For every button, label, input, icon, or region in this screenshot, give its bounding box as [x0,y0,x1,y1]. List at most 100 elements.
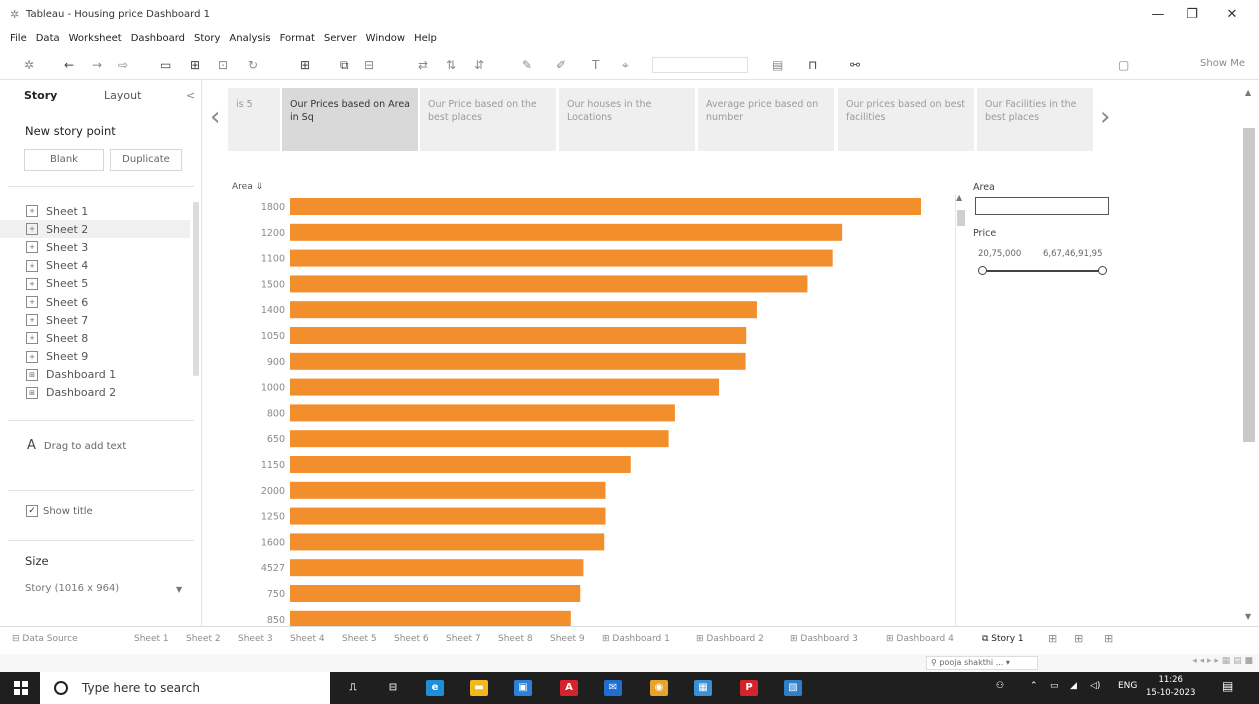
mail-icon[interactable]: ✉ [604,680,622,696]
tab-sheet[interactable]: Sheet 6 [394,634,429,644]
price-bar[interactable] [290,352,746,370]
tab-sheet[interactable]: Sheet 3 [238,634,273,644]
photos-icon[interactable]: ▧ [784,680,802,696]
menu-worksheet[interactable]: Worksheet [69,30,122,48]
price-bar[interactable] [290,198,921,215]
people-icon[interactable]: ⚇ [996,681,1004,691]
tab-sheet[interactable]: Sheet 8 [498,634,533,644]
price-bar[interactable] [290,456,631,473]
price-bar[interactable] [290,430,669,448]
sort-icon[interactable]: ⇓ [256,182,264,192]
previous-story-point-arrow[interactable]: ‹ [210,102,220,132]
scroll-down-arrow[interactable]: ▼ [1245,612,1251,621]
blank-button[interactable]: Blank [24,149,104,171]
tab-dashboard[interactable]: ⊞ Dashboard 2 [696,634,764,644]
scroll-up-arrow[interactable]: ▲ [1245,88,1251,97]
edge-browser-icon[interactable]: e [426,680,444,696]
collapse-pane-button[interactable]: < [186,89,195,102]
sheet-list-item[interactable]: ⊞ Dashboard 1 [0,366,190,384]
tab-sheet[interactable]: Sheet 1 [134,634,169,644]
new-datasource-icon[interactable]: ⊞ [190,58,200,72]
sort-desc-icon[interactable]: ⇵ [474,58,484,72]
show-title-option[interactable]: ✓ Show title [26,505,93,517]
page-scrollbar[interactable]: ▲ ▼ [1238,80,1259,626]
price-bar[interactable] [290,404,675,422]
sheet-list-item[interactable]: + Sheet 6 [0,293,190,311]
language-indicator[interactable]: ENG [1118,681,1137,691]
price-bar[interactable] [290,249,833,267]
new-worksheet-icon[interactable]: ⊞ [300,58,310,72]
duplicate-sheet-icon[interactable]: ⧉ [340,58,349,72]
volume-icon[interactable]: ◁) [1090,681,1100,691]
price-slider-max-handle[interactable] [1098,266,1107,275]
store-icon[interactable]: ▣ [514,680,532,696]
menu-analysis[interactable]: Analysis [229,30,270,48]
sheet-list-item[interactable]: + Sheet 8 [0,329,190,347]
system-clock[interactable]: 11:26 15-10-2023 [1146,674,1195,700]
sheet-list-item[interactable]: + Sheet 1 [0,202,190,220]
price-bar[interactable] [290,223,843,241]
sheet-list-item[interactable]: + Sheet 7 [0,311,190,329]
share-icon[interactable]: ⚯ [850,58,860,72]
sort-asc-icon[interactable]: ⇅ [446,58,456,72]
price-bar[interactable] [290,481,606,499]
taskbar-search[interactable]: Type here to search [40,672,330,704]
network-icon[interactable]: ◢ [1070,681,1077,691]
close-button[interactable]: ✕ [1222,6,1242,24]
sheet-list-item[interactable]: + Sheet 4 [0,257,190,275]
tab-dashboard[interactable]: ⊞ Dashboard 3 [790,634,858,644]
price-bar[interactable] [290,559,584,577]
scroll-up-arrow[interactable]: ▲ [956,193,962,202]
file-explorer-icon[interactable]: ▬ [470,680,488,696]
menu-data[interactable]: Data [36,30,60,48]
sheet-list-item[interactable]: ⊞ Dashboard 2 [0,384,190,402]
tab-sheet[interactable]: Sheet 4 [290,634,325,644]
menu-story[interactable]: Story [194,30,220,48]
price-slider-track[interactable] [982,270,1102,272]
duplicate-button[interactable]: Duplicate [110,149,182,171]
price-bar[interactable] [290,533,605,551]
price-slider-min-handle[interactable] [978,266,987,275]
price-bar[interactable] [290,610,571,626]
tab-story[interactable]: Story [24,89,57,102]
price-bar[interactable] [290,275,808,293]
clear-sheet-icon[interactable]: ⊟ [364,58,374,72]
menu-server[interactable]: Server [324,30,357,48]
refresh-icon[interactable]: ↻ [248,58,258,72]
menu-dashboard[interactable]: Dashboard [131,30,185,48]
tray-expand-icon[interactable]: ⌃ [1030,681,1038,691]
new-dashboard-tab-icon[interactable]: ⊞ [1074,632,1083,645]
windows-start-icon[interactable] [14,681,28,695]
size-dropdown[interactable]: Story (1016 x 964) [25,583,119,594]
show-me-button[interactable]: Show Me [1200,58,1245,69]
story-point[interactable]: Average price based on number [698,88,834,151]
fit-dropdown[interactable] [652,57,748,73]
sheet-nav-controls[interactable]: ◂ ◂ ▸ ▸ ▦ ▤ ■ [1192,656,1253,666]
show-cards-icon[interactable]: ▤ [772,58,783,72]
story-point[interactable]: Our houses in the Locations [559,88,695,151]
show-title-checkbox[interactable]: ✓ [26,505,38,517]
restore-button[interactable]: ❐ [1182,6,1202,24]
replay-icon[interactable]: ⇨ [118,58,128,72]
chart-scrollbar[interactable] [955,194,965,626]
pause-updates-icon[interactable]: ⊡ [218,58,228,72]
sheet-list-item[interactable]: + Sheet 9 [0,348,190,366]
pin-icon[interactable]: ⌖ [622,58,629,72]
sheet-list-item[interactable]: + Sheet 5 [0,275,190,293]
chrome-icon[interactable]: ◉ [650,680,668,696]
tab-sheet[interactable]: Sheet 7 [446,634,481,644]
menu-file[interactable]: File [10,30,27,48]
new-worksheet-tab-icon[interactable]: ⊞ [1048,632,1057,645]
tab-layout[interactable]: Layout [104,89,141,102]
minimize-button[interactable]: — [1148,6,1168,24]
tab-sheet[interactable]: Sheet 9 [550,634,585,644]
area-filter-input[interactable] [975,197,1109,215]
sheet-list-scrollbar[interactable] [193,202,199,376]
price-bar[interactable] [290,327,747,344]
price-bar[interactable] [290,378,720,396]
tab-sheet[interactable]: Sheet 2 [186,634,221,644]
new-story-tab-icon[interactable]: ⊞ [1104,632,1113,645]
sheet-list-item[interactable]: + Sheet 2 [0,220,190,239]
labels-icon[interactable]: T [592,58,599,72]
highlight-icon[interactable]: ✎ [522,58,532,72]
